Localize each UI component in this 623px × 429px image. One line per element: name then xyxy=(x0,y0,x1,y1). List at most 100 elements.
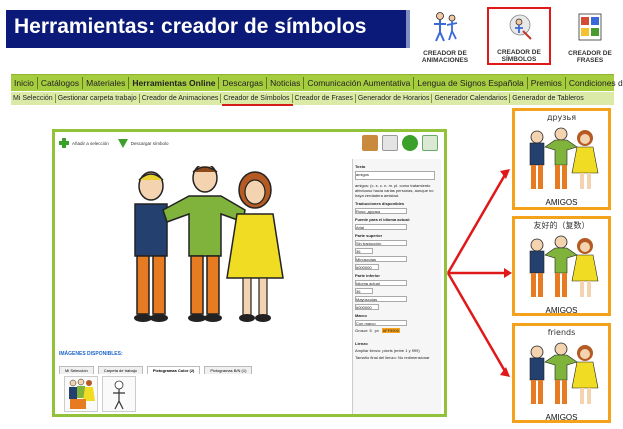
menu-item-condiciones[interactable]: Condiciones de Uso xyxy=(566,77,623,89)
texto-heading: Texto xyxy=(355,164,366,169)
main-menu: Inicio Catálogos Materiales Herramientas… xyxy=(11,74,623,91)
canvas-size-select[interactable]: No redimensionar xyxy=(398,355,430,360)
tool-label: ANIMACIONES xyxy=(421,57,469,64)
frame-width[interactable]: Grosor: 5 xyxy=(355,328,372,333)
active-submenu-underline xyxy=(222,104,293,106)
menu-item-herramientas[interactable]: Herramientas Online xyxy=(129,77,220,89)
add-to-selection-link[interactable]: Añadir a selección xyxy=(72,141,109,146)
image-thumbnails xyxy=(64,376,136,412)
bottom-part-heading: Parte inferior xyxy=(355,273,380,278)
search-magnifier-icon[interactable] xyxy=(382,135,398,151)
play-icon[interactable] xyxy=(402,135,418,151)
top-case-select[interactable]: Minúsculas xyxy=(355,256,407,262)
frame-width-unit: px xyxy=(374,328,379,333)
arrow-down xyxy=(446,272,508,374)
top-part-select[interactable]: Sin traducción xyxy=(355,240,407,246)
submenu-item-animaciones[interactable]: Creador de Animaciones xyxy=(140,94,222,103)
thumbnail-friends[interactable] xyxy=(64,376,98,412)
frame-color-input[interactable]: #FF9900 xyxy=(381,328,400,333)
card-top-text: friends xyxy=(547,328,576,337)
animation-figures-icon xyxy=(434,12,458,42)
friends-pictogram-small xyxy=(529,342,599,404)
menu-item-lse[interactable]: Lengua de Signos Española xyxy=(414,77,528,89)
download-arrow-icon[interactable] xyxy=(117,138,128,148)
submenu-item-frases[interactable]: Creador de Frases xyxy=(293,94,356,103)
card-bottom-text: AMIGOS xyxy=(545,198,578,207)
top-size-select[interactable]: 36 xyxy=(355,248,373,254)
submenu-item-horarios[interactable]: Generador de Horarios xyxy=(356,94,433,103)
tab-mi-seleccion[interactable]: Mi Selección xyxy=(59,366,94,374)
top-part-heading: Parte superior xyxy=(355,233,383,238)
tool-frases-button[interactable]: CREADOR DE FRASES xyxy=(561,8,619,64)
menu-item-descargas[interactable]: Descargas xyxy=(219,77,268,89)
card-bottom-text: AMIGOS xyxy=(545,306,578,315)
arrow-middle-head xyxy=(504,268,512,278)
friends-pictogram xyxy=(134,166,284,322)
submenu-item-simbolos[interactable]: Creador de Símbolos xyxy=(221,94,293,103)
menu-item-noticias[interactable]: Noticias xyxy=(267,77,305,89)
download-symbol-link[interactable]: Descargar símbolo xyxy=(131,141,169,146)
friends-pictogram-small xyxy=(529,127,599,189)
tool-animaciones-button[interactable]: CREADOR DE ANIMACIONES xyxy=(416,8,474,64)
friends-pictogram-small xyxy=(529,235,599,297)
result-arrows xyxy=(446,169,512,377)
font-heading: Fuente para el idioma actual: xyxy=(355,217,411,222)
page-title: Herramientas: creador de símbolos xyxy=(14,15,367,38)
sub-menu: Mi Selección Gestionar carpeta trabajo C… xyxy=(11,92,614,105)
symbol-drawing-icon xyxy=(509,14,532,40)
menu-item-premios[interactable]: Premios xyxy=(528,77,566,89)
phrase-board-icon xyxy=(578,13,602,41)
card-bottom-text: AMIGOS xyxy=(545,413,578,422)
translations-heading: Traducciones disponibles xyxy=(355,201,405,206)
top-color-input[interactable]: #000000 xyxy=(355,264,379,270)
add-plus-icon[interactable] xyxy=(59,138,69,148)
tool-label: CREADOR DE xyxy=(568,50,612,57)
tool-label: CREADOR DE xyxy=(497,49,541,56)
canvas-heading: Lienzo xyxy=(355,341,368,346)
word-definition: amigos: (c. s. c. n. m. pl. como tratami… xyxy=(355,183,434,198)
submenu-item-calendarios[interactable]: Generador Calendarios xyxy=(432,94,511,103)
submenu-item-tableros[interactable]: Generador de Tableros xyxy=(510,94,585,103)
person-thumbnail-icon xyxy=(113,380,125,410)
editor-actions: Añadir a selección Descargar símbolo xyxy=(59,138,169,148)
tab-carpeta-trabajo[interactable]: Carpeta de trabajo xyxy=(97,366,143,374)
result-card-russian: друзья AMIGOS xyxy=(512,108,611,210)
refresh-icon[interactable] xyxy=(422,135,438,151)
bottom-part-select[interactable]: Idioma actual xyxy=(355,280,407,286)
menu-item-materiales[interactable]: Materiales xyxy=(83,77,130,89)
tab-pictogramas-bn[interactable]: Pictogramas B/N (1) xyxy=(204,366,253,374)
tool-simbolos-button[interactable]: CREADOR DE SÍMBOLOS xyxy=(487,7,551,65)
symbol-canvas xyxy=(134,166,284,322)
box-icon[interactable] xyxy=(362,135,378,151)
result-card-chinese: 友好的（复数） AMIGOS xyxy=(512,216,611,316)
font-select[interactable]: Arial xyxy=(355,224,407,230)
bottom-color-input[interactable]: #000000 xyxy=(355,304,379,310)
canvas-enlarge-hint: pixels (entre 1 y 999) xyxy=(382,348,420,353)
submenu-item-seleccion[interactable]: Mi Selección xyxy=(11,94,56,103)
frame-select[interactable]: Con marco xyxy=(355,320,407,326)
tab-pictogramas-color[interactable]: Pictogramas Color (2) xyxy=(146,366,201,374)
thumbnail-person[interactable] xyxy=(102,376,136,412)
image-tabs: Mi Selección Carpeta de trabajo Pictogra… xyxy=(59,366,253,374)
friends-thumbnail-icon xyxy=(69,378,95,409)
tool-label: SÍMBOLOS xyxy=(501,56,537,63)
arrow-up-head xyxy=(500,169,510,179)
canvas-size-label: Tamaño final del lienzo: xyxy=(355,355,397,360)
menu-item-catalogos[interactable]: Catálogos xyxy=(38,77,84,89)
available-images-title: IMÁGENES DISPONIBLES: xyxy=(59,351,123,357)
canvas-enlarge-label: Ampliar lienzo: xyxy=(355,348,382,353)
symbol-editor: Añadir a selección Descargar símbolo Tex… xyxy=(52,129,447,417)
tool-label: FRASES xyxy=(576,57,604,64)
bottom-case-select[interactable]: Mayúsculas xyxy=(355,296,407,302)
bottom-size-select[interactable]: 36 xyxy=(355,288,373,294)
translation-select[interactable]: Ruso: друзья xyxy=(355,208,407,214)
card-top-text: 友好的（复数） xyxy=(533,221,590,230)
settings-panel: Texto amigos amigos: (c. s. c. n. m. pl.… xyxy=(352,159,441,414)
menu-item-caa[interactable]: Comunicación Aumentativa xyxy=(304,77,415,89)
tool-label: CREADOR DE xyxy=(423,50,467,57)
page-title-banner: Herramientas: creador de símbolos xyxy=(6,10,410,48)
result-card-english: friends AMIGOS xyxy=(512,323,611,423)
texto-input[interactable]: amigos xyxy=(355,171,435,180)
menu-item-inicio[interactable]: Inicio xyxy=(11,77,38,89)
submenu-item-carpeta[interactable]: Gestionar carpeta trabajo xyxy=(56,94,140,103)
